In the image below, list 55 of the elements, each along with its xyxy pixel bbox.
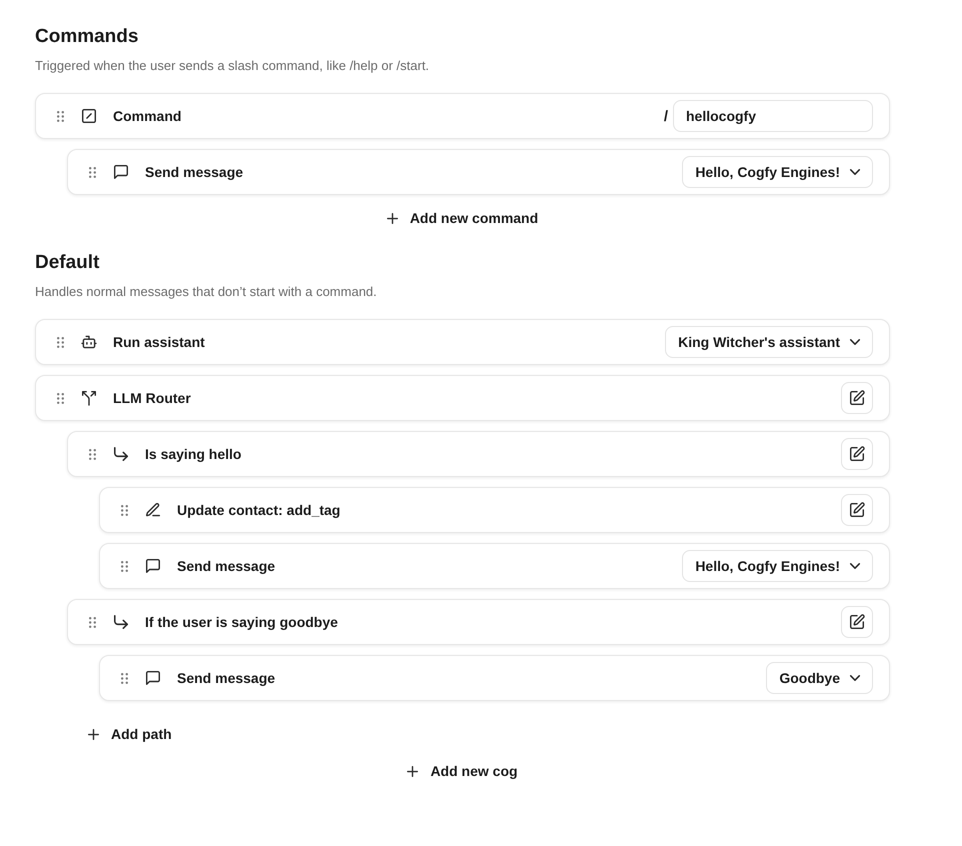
add-path-button[interactable]: Add path	[80, 720, 180, 748]
message-select[interactable]: King Witcher's assistant	[665, 326, 873, 358]
corner-arrow-icon	[114, 447, 128, 461]
plus-icon	[88, 728, 99, 740]
drag-handle-icon[interactable]	[121, 504, 128, 516]
message-select[interactable]: Hello, Cogfy Engines!	[682, 550, 873, 582]
step-label: Run assistant	[113, 334, 205, 350]
split-arrow-icon	[82, 391, 96, 405]
step-label: Send message	[145, 164, 244, 180]
corner-arrow-icon	[114, 615, 128, 629]
chevron-down-icon	[850, 563, 860, 569]
speech-bubble-icon	[146, 671, 160, 685]
pencil-icon	[146, 503, 160, 517]
step-label: If the user is saying goodbye	[145, 614, 338, 630]
section-description: Handles normal messages that don’t start with a command.	[35, 283, 378, 301]
step-label: Send message	[177, 558, 276, 574]
edit-icon	[850, 503, 864, 517]
edit-button[interactable]	[841, 382, 873, 414]
drag-handle-icon[interactable]	[89, 448, 96, 460]
step-label: Send message	[177, 670, 276, 686]
section-title: Commands	[35, 25, 140, 49]
drag-handle-icon[interactable]	[57, 392, 64, 404]
speech-bubble-icon	[146, 559, 160, 573]
chevron-down-icon	[850, 675, 860, 681]
robot-icon	[82, 335, 96, 349]
plus-icon	[386, 212, 398, 224]
edit-icon	[850, 447, 864, 461]
section-title: Default	[35, 251, 100, 275]
speech-bubble-icon	[114, 165, 128, 179]
chevron-down-icon	[850, 169, 860, 175]
edit-button[interactable]	[841, 494, 873, 526]
step-label: Update contact: add_tag	[177, 502, 340, 518]
edit-icon	[850, 391, 864, 405]
message-select[interactable]: Hello, Cogfy Engines!	[682, 156, 873, 188]
section-description: Triggered when the user sends a slash command, like /help or /start.	[35, 57, 430, 75]
slash-prefix: /	[664, 108, 668, 124]
drag-handle-icon[interactable]	[57, 336, 64, 348]
chevron-down-icon	[850, 339, 860, 345]
edit-button[interactable]	[841, 606, 873, 638]
drag-handle-icon[interactable]	[57, 110, 64, 122]
drag-handle-icon[interactable]	[121, 560, 128, 572]
step-label: Command	[113, 108, 182, 124]
message-select[interactable]: Goodbye	[766, 662, 873, 694]
drag-handle-icon[interactable]	[121, 672, 128, 684]
command-input[interactable]: hellocogfy	[673, 100, 873, 132]
step-label: Is saying hello	[145, 446, 242, 462]
plus-icon	[407, 766, 418, 776]
add-button[interactable]: Add new cog	[399, 757, 526, 785]
square-slash-icon	[82, 109, 96, 123]
drag-handle-icon[interactable]	[89, 166, 96, 178]
edit-icon	[850, 615, 864, 629]
drag-handle-icon[interactable]	[89, 616, 96, 628]
add-button[interactable]: Add new command	[378, 204, 546, 232]
edit-button[interactable]	[841, 438, 873, 470]
step-label: LLM Router	[113, 390, 191, 406]
